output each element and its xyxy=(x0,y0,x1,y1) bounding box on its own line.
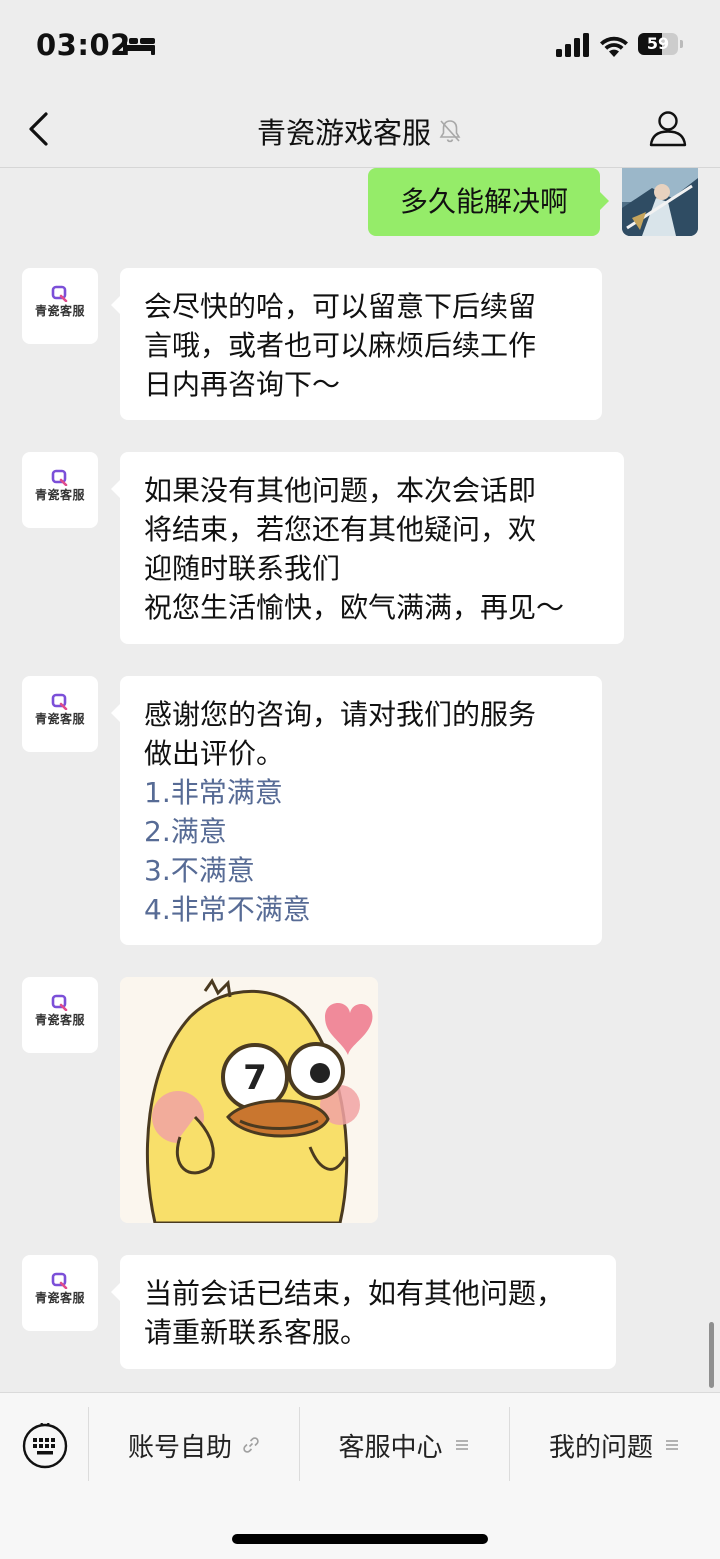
message-line: 感谢您的咨询，请对我们的服务 xyxy=(144,698,537,731)
chat-title: 青瓷游戏客服 xyxy=(256,116,431,150)
service-avatar-label: 青瓷客服 xyxy=(34,1013,85,1027)
chat-messages[interactable]: 多久能解决啊 青瓷客服 会尽快的哈，可以留意下后续留 言哦，或者也可以麻烦后续工… xyxy=(0,168,720,1392)
service-avatar[interactable]: 青瓷客服 xyxy=(22,977,98,1053)
survey-option-satisfied[interactable]: 2.满意 xyxy=(144,812,578,851)
message-line: 将结束，若您还有其他疑问，欢 xyxy=(144,513,537,546)
message-line: 言哦，或者也可以麻烦后续工作 xyxy=(144,329,537,362)
qingci-logo-icon xyxy=(51,469,68,486)
chat-scrollbar[interactable] xyxy=(709,1322,714,1388)
battery-indicator: 59 xyxy=(638,33,686,57)
service-avatar[interactable]: 青瓷客服 xyxy=(22,268,98,344)
cellular-signal-icon xyxy=(556,33,589,57)
message-bubble[interactable]: 会尽快的哈，可以留意下后续留 言哦，或者也可以麻烦后续工作 日内再咨询下～ xyxy=(111,268,602,420)
message-line: 迎随时联系我们 xyxy=(144,552,341,585)
message-line: 做出评价。 xyxy=(144,737,285,770)
battery-icon: 59 xyxy=(638,33,678,55)
message-bubble[interactable]: 当前会话已结束，如有其他问题， 请重新联系客服。 xyxy=(111,1255,616,1369)
menu-account-self-service[interactable]: 账号自助 xyxy=(89,1407,299,1483)
keyboard-toggle-icon[interactable] xyxy=(22,1423,68,1469)
service-avatar[interactable]: 青瓷客服 xyxy=(22,1255,98,1331)
menu-my-questions[interactable]: 我的问题 xyxy=(510,1407,720,1483)
qingci-logo-icon xyxy=(51,1272,68,1289)
menu-label: 账号自助 xyxy=(127,1432,232,1463)
battery-percentage: 59 xyxy=(646,34,670,53)
wifi-icon xyxy=(600,36,628,57)
qingci-logo-icon xyxy=(51,994,68,1011)
service-avatar[interactable]: 青瓷客服 xyxy=(22,452,98,528)
status-bar: 03:02 59 xyxy=(0,0,720,92)
service-avatar-label: 青瓷客服 xyxy=(34,304,85,318)
qingci-logo-icon xyxy=(51,693,68,710)
message-line: 请重新联系客服。 xyxy=(144,1316,369,1349)
qingci-logo-icon xyxy=(51,285,68,302)
chat-header: 青瓷游戏客服 xyxy=(0,92,720,168)
survey-option-unsatisfied[interactable]: 3.不满意 xyxy=(144,851,578,890)
message-line: 当前会话已结束，如有其他问题， xyxy=(144,1277,565,1310)
chat-title-bar: 青瓷游戏客服 xyxy=(0,110,720,152)
battery-tip xyxy=(680,40,683,48)
message-line: 会尽快的哈，可以留意下后续留 xyxy=(144,290,537,323)
service-avatar-label: 青瓷客服 xyxy=(34,712,85,726)
menu-service-center[interactable]: 客服中心 xyxy=(300,1407,509,1483)
menu-label: 我的问题 xyxy=(548,1432,653,1463)
home-indicator[interactable] xyxy=(232,1534,488,1544)
duck-sticker-image[interactable]: 7 xyxy=(120,977,378,1223)
menu-lines-icon xyxy=(666,1440,678,1450)
message-line: 日内再咨询下～ xyxy=(144,368,341,401)
menu-lines-icon xyxy=(455,1440,468,1450)
service-avatar-label: 青瓷客服 xyxy=(34,1291,85,1305)
survey-option-very-satisfied[interactable]: 1.非常满意 xyxy=(144,773,578,812)
menu-label: 客服中心 xyxy=(338,1432,443,1463)
svg-text:7: 7 xyxy=(243,1058,267,1098)
survey-message-bubble[interactable]: 感谢您的咨询，请对我们的服务 做出评价。 1.非常满意 2.满意 3.不满意 4… xyxy=(111,676,602,945)
message-line: 如果没有其他问题，本次会话即 xyxy=(144,474,537,507)
sent-message-bubble[interactable]: 多久能解决啊 xyxy=(368,168,609,236)
muted-bell-icon xyxy=(439,120,461,143)
status-time: 03:02 xyxy=(36,28,131,62)
service-avatar-label: 青瓷客服 xyxy=(34,488,85,502)
survey-option-very-unsatisfied[interactable]: 4.非常不满意 xyxy=(144,890,578,929)
link-icon xyxy=(243,1437,259,1453)
user-avatar[interactable] xyxy=(622,168,698,236)
sleep-mode-icon xyxy=(123,37,155,55)
message-bubble[interactable]: 如果没有其他问题，本次会话即 将结束，若您还有其他疑问，欢 迎随时联系我们 祝您… xyxy=(111,452,624,644)
message-line: 祝您生活愉快，欧气满满，再见～ xyxy=(144,591,565,624)
service-avatar[interactable]: 青瓷客服 xyxy=(22,676,98,752)
profile-icon[interactable] xyxy=(648,108,688,148)
